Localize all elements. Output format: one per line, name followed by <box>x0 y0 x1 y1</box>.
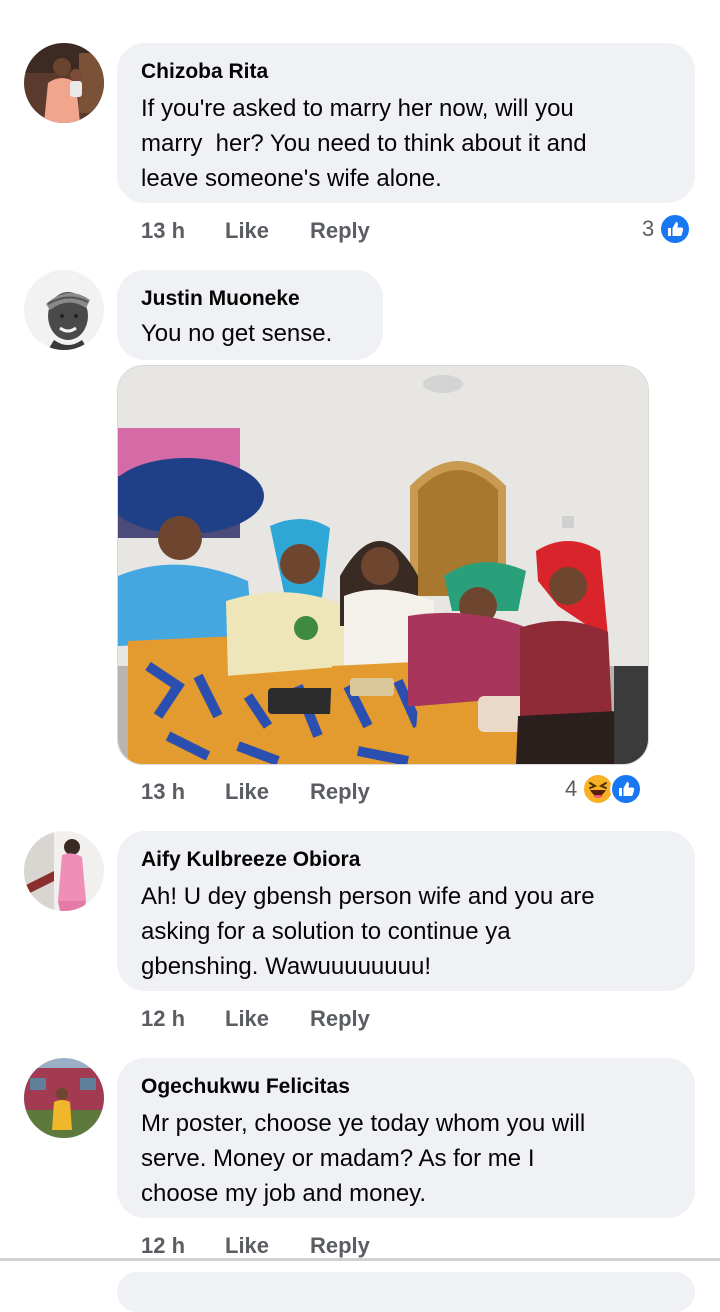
like-button[interactable]: Like <box>225 1006 269 1032</box>
comment-bubble: Chizoba Rita If you're asked to marry he… <box>117 43 695 203</box>
comment-bubble: Aify Kulbreeze Obiora Ah! U dey gbensh p… <box>117 831 695 991</box>
avatar[interactable] <box>24 43 104 123</box>
reaction-summary[interactable]: 3 <box>642 212 692 246</box>
comment-author[interactable]: Chizoba Rita <box>141 59 671 85</box>
divider <box>0 1258 720 1261</box>
like-icon <box>610 773 643 805</box>
next-comment-bubble-partial <box>117 1272 695 1312</box>
reply-button[interactable]: Reply <box>310 779 370 805</box>
comment-bubble: Ogechukwu Felicitas Mr poster, choose ye… <box>117 1058 695 1218</box>
like-icon <box>659 213 692 245</box>
avatar[interactable] <box>24 1058 104 1138</box>
reaction-count: 4 <box>565 776 578 801</box>
comment-time[interactable]: 12 h <box>141 1006 185 1032</box>
comment-time[interactable]: 13 h <box>141 218 185 244</box>
comment-text: You no get sense. <box>141 320 333 347</box>
avatar[interactable] <box>24 270 104 350</box>
like-button[interactable]: Like <box>225 1233 269 1259</box>
comment-text: Mr poster, choose ye today whom you will… <box>141 1110 586 1207</box>
comment-time[interactable]: 13 h <box>141 779 185 805</box>
like-button[interactable]: Like <box>225 779 269 805</box>
comment-text: If you're asked to marry her now, will y… <box>141 95 587 192</box>
reaction-count: 3 <box>642 216 655 241</box>
reply-button[interactable]: Reply <box>310 1233 370 1259</box>
comment-text: Ah! U dey gbensh person wife and you are… <box>141 883 595 980</box>
comment-time[interactable]: 12 h <box>141 1233 185 1259</box>
comment-bubble: Justin Muoneke You no get sense. <box>117 270 383 360</box>
comment-photo[interactable] <box>117 365 649 765</box>
reply-button[interactable]: Reply <box>310 218 370 244</box>
comment-author[interactable]: Aify Kulbreeze Obiora <box>141 847 671 873</box>
like-button[interactable]: Like <box>225 218 269 244</box>
comment-author[interactable]: Ogechukwu Felicitas <box>141 1074 671 1100</box>
comment-author[interactable]: Justin Muoneke <box>141 286 359 312</box>
avatar[interactable] <box>24 831 104 911</box>
reply-button[interactable]: Reply <box>310 1006 370 1032</box>
reaction-summary[interactable]: 4 <box>565 772 643 806</box>
